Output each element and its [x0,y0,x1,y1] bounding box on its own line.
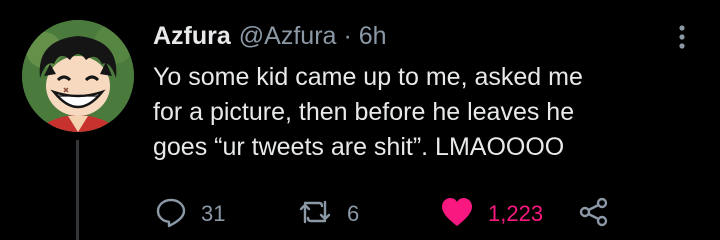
reply-button[interactable]: 31 [155,196,225,232]
retweet-icon [297,196,333,233]
action-bar: 31 6 1,223 [155,196,625,232]
retweet-button[interactable]: 6 [297,196,359,232]
reply-icon [155,196,187,233]
avatar[interactable] [22,20,134,132]
tweet-text: Yo some kid came up to me, asked me for … [153,63,583,161]
tweet-header: Azfura @Azfura · 6h [153,22,387,54]
thread-line [76,140,79,240]
reply-count: 31 [201,201,226,226]
share-button[interactable] [578,196,610,232]
separator-dot: · [343,22,352,50]
more-options-icon[interactable] [670,24,694,50]
share-icon [578,196,610,233]
avatar-image [22,20,134,132]
heart-icon [440,196,474,233]
like-button[interactable]: 1,223 [440,196,543,232]
user-handle[interactable]: @Azfura [239,22,337,51]
timestamp[interactable]: 6h [359,22,387,51]
tweet[interactable]: Azfura @Azfura · 6h Yo some kid came up … [0,0,720,240]
display-name[interactable]: Azfura [153,22,231,51]
retweet-count: 6 [347,201,360,226]
like-count: 1,223 [488,201,544,226]
